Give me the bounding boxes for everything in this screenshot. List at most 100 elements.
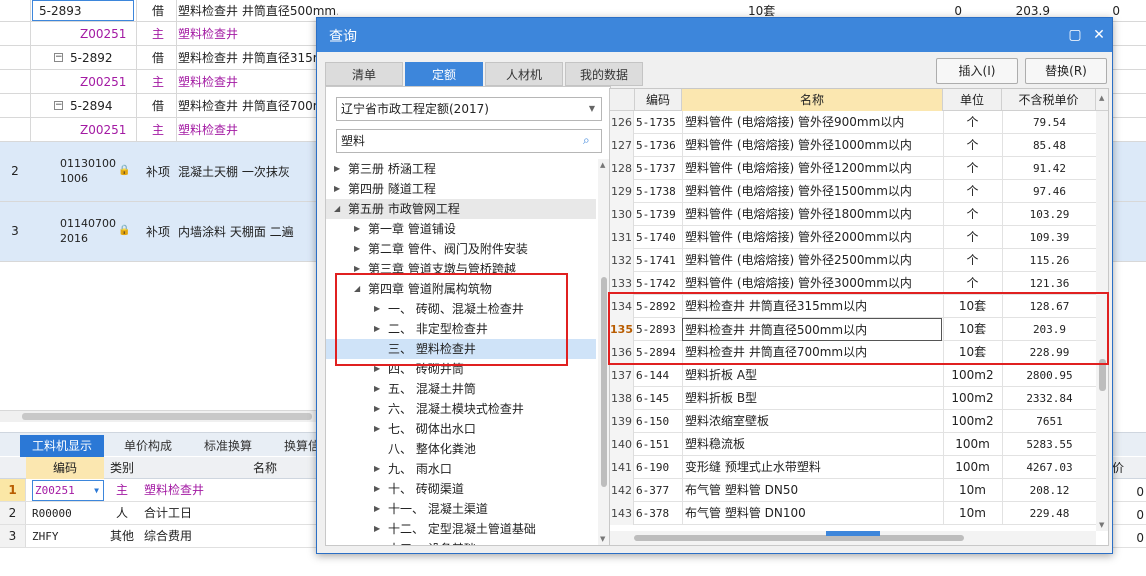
tree-node[interactable]: ▶ 五、 混凝土井筒 — [326, 379, 596, 399]
splitter-grip[interactable] — [826, 531, 880, 536]
expand-arrow-icon[interactable]: ▶ — [334, 179, 344, 199]
tree-node[interactable]: ▶ 第一章 管道铺设 — [326, 219, 596, 239]
expand-arrow-icon[interactable]: ▶ — [374, 519, 384, 539]
table-row[interactable]: 126 5-1735 塑料管件 (电熔熔接) 管外径900mm以内个 79.54 — [610, 111, 1096, 134]
tab-materials[interactable]: 人材机 — [485, 62, 563, 86]
expand-arrow-icon[interactable]: ▶ — [354, 239, 364, 259]
expand-arrow-icon[interactable]: ▶ — [374, 399, 384, 419]
tree-node[interactable]: ◢ 第五册 市政管网工程 — [326, 199, 596, 219]
name-cell: 塑料稳流板 — [682, 433, 942, 456]
scroll-down-icon[interactable]: ▼ — [600, 535, 605, 543]
unit-cell: 100m2 — [943, 387, 1001, 410]
unit-cell: 10m — [943, 502, 1001, 525]
name-cell: 布气管 塑料管 DN100 — [682, 502, 942, 525]
grid-horizontal-scrollbar[interactable] — [610, 531, 1096, 545]
replace-button[interactable]: 替换(R) — [1025, 58, 1107, 84]
table-row[interactable]: 140 6-151 塑料稳流板 100m 5283.55 — [610, 433, 1096, 456]
tab-quota[interactable]: 定额 — [405, 62, 483, 86]
database-select[interactable]: 辽宁省市政工程定额(2017) ▼ — [336, 97, 602, 121]
header-type[interactable]: 类别 — [106, 457, 138, 479]
tree-node[interactable]: ▶ 十三、 设备基础 — [326, 539, 596, 545]
header-price[interactable]: 价 — [1112, 457, 1128, 479]
code-cell[interactable]: 5-2893 — [32, 0, 134, 21]
scrollbar-thumb[interactable] — [601, 277, 607, 487]
table-row[interactable]: 137 6-144 塑料折板 A型 100m2 2800.95 — [610, 364, 1096, 387]
name-cell: 塑料管件 (电熔熔接) 管外径1000mm以内 — [682, 134, 942, 157]
table-row[interactable]: 143 6-378 布气管 塑料管 DN100 10m 229.48 — [610, 502, 1096, 525]
tree-node[interactable]: ▶ 第二章 管件、阀门及附件安装 — [326, 239, 596, 259]
tree-node[interactable]: ▶ 十、 砖砌渠道 — [326, 479, 596, 499]
expand-arrow-icon[interactable]: ▶ — [374, 379, 384, 399]
header-price[interactable]: 不含税单价 — [1002, 89, 1096, 111]
price-cell: 5283.55 — [1002, 433, 1096, 456]
table-row[interactable]: 142 6-377 布气管 塑料管 DN50 10m 208.12 — [610, 479, 1096, 502]
table-row[interactable]: 128 5-1737 塑料管件 (电熔熔接) 管外径1200mm以内个 91.42 — [610, 157, 1096, 180]
table-row[interactable]: 127 5-1736 塑料管件 (电熔熔接) 管外径1000mm以内个 85.48 — [610, 134, 1096, 157]
tree-node[interactable]: ▶ 十一、 混凝土渠道 — [326, 499, 596, 519]
grid-header: 编码 名称 单位 不含税单价 ▲ — [610, 89, 1108, 111]
code-cell: 5-1735 — [636, 116, 676, 129]
tab-bill[interactable]: 清单 — [325, 62, 403, 86]
table-row[interactable]: 132 5-1741 塑料管件 (电熔熔接) 管外径2500mm以内个 115.26 — [610, 249, 1096, 272]
tree-node[interactable]: 八、 整体化粪池 — [326, 439, 596, 459]
tree-node[interactable]: ▶ 六、 混凝土模块式检查井 — [326, 399, 596, 419]
expand-arrow-icon[interactable]: ▶ — [354, 219, 364, 239]
header-unit[interactable]: 单位 — [943, 89, 1002, 111]
tab-my-data[interactable]: 我的数据 — [565, 62, 643, 86]
code-cell[interactable]: Z00251 ▼ — [32, 480, 104, 501]
table-row[interactable]: 138 6-145 塑料折板 B型 100m2 2332.84 — [610, 387, 1096, 410]
scroll-up-icon[interactable]: ▲ — [600, 161, 605, 169]
maximize-icon[interactable]: ▢ — [1065, 25, 1085, 45]
database-value: 辽宁省市政工程定额(2017) — [341, 102, 489, 116]
tree-node[interactable]: ▶ 第四册 隧道工程 — [326, 179, 596, 199]
highlight-box — [335, 273, 568, 366]
header-code[interactable]: 编码 — [635, 89, 682, 111]
unit-cell: 个 — [943, 111, 1001, 134]
tab-labor-material[interactable]: 工料机显示 — [20, 435, 105, 457]
search-value: 塑料 — [341, 134, 366, 148]
scrollbar-thumb[interactable] — [22, 413, 312, 420]
header-name[interactable]: 名称 — [682, 89, 943, 111]
close-icon[interactable]: ✕ — [1089, 25, 1109, 45]
expand-arrow-icon[interactable]: ▶ — [374, 499, 384, 519]
expand-arrow-icon[interactable]: ▶ — [374, 419, 384, 439]
horizontal-scrollbar[interactable] — [0, 410, 320, 422]
code-cell: R00000 — [32, 507, 72, 520]
collapse-arrow-icon[interactable]: ◢ — [334, 199, 344, 219]
tab-unit-price[interactable]: 单价构成 — [112, 435, 184, 457]
table-row[interactable]: 139 6-150 塑料浓缩室壁板 100m2 7651 — [610, 410, 1096, 433]
tree-node[interactable]: ▶ 七、 砌体出水口 — [326, 419, 596, 439]
expand-arrow-icon[interactable]: ▶ — [374, 479, 384, 499]
tree-node[interactable]: ▶ 十二、 定型混凝土管道基础 — [326, 519, 596, 539]
scroll-down-icon[interactable]: ▼ — [1099, 521, 1104, 529]
dialog-title: 查询 — [329, 29, 357, 45]
table-row[interactable]: 129 5-1738 塑料管件 (电熔熔接) 管外径1500mm以内个 97.46 — [610, 180, 1096, 203]
table-row[interactable]: 131 5-1740 塑料管件 (电熔熔接) 管外径2000mm以内个 109.39 — [610, 226, 1096, 249]
tree-node[interactable]: ▶ 九、 雨水口 — [326, 459, 596, 479]
table-row[interactable]: 130 5-1739 塑料管件 (电熔熔接) 管外径1800mm以内个 103.29 — [610, 203, 1096, 226]
chevron-down-icon[interactable]: ▼ — [589, 98, 595, 120]
unit-cell: 100m2 — [943, 364, 1001, 387]
collapse-icon[interactable]: − — [54, 101, 63, 110]
row-index: 128 — [610, 157, 634, 180]
search-input[interactable]: 塑料 ⌕ — [336, 129, 602, 153]
tree-node[interactable]: ▶ 第三册 桥涵工程 — [326, 159, 596, 179]
header-code[interactable]: 编码 — [26, 457, 104, 479]
insert-button[interactable]: 插入(I) — [936, 58, 1018, 84]
expand-arrow-icon[interactable]: ▶ — [374, 539, 384, 545]
search-icon[interactable]: ⌕ — [583, 133, 597, 147]
name-cell: 混凝土天棚 一次抹灰 — [178, 165, 290, 179]
dialog-titlebar[interactable]: 查询 ▢ ✕ — [317, 18, 1112, 52]
tab-standard-conversion[interactable]: 标准换算 — [192, 435, 264, 457]
expand-arrow-icon[interactable]: ▶ — [374, 459, 384, 479]
zero-value: 0 — [1136, 531, 1144, 545]
collapse-icon[interactable]: − — [54, 53, 63, 62]
expand-arrow-icon[interactable]: ▶ — [334, 159, 344, 179]
scrollbar-thumb[interactable] — [634, 535, 964, 541]
tree-node-label: 第三册 桥涵工程 — [348, 162, 436, 176]
unit-cell: 个 — [943, 226, 1001, 249]
dropdown-arrow-icon[interactable]: ▼ — [94, 481, 99, 500]
scroll-up-icon[interactable]: ▲ — [1099, 94, 1104, 102]
price-cell: 85.48 — [1002, 134, 1096, 157]
table-row[interactable]: 141 6-190 变形缝 预埋式止水带塑料 100m 4267.03 — [610, 456, 1096, 479]
